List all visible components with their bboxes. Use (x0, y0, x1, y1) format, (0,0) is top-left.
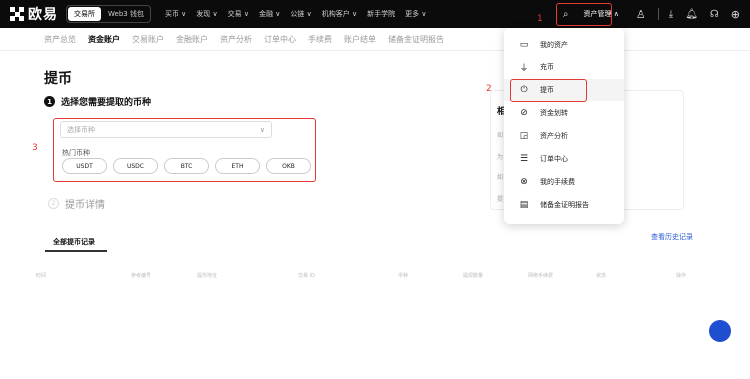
menu-item-label: 资产分析 (540, 132, 568, 140)
nav-more[interactable]: 更多 ∨ (405, 9, 426, 19)
deposit-icon: ⏚ (519, 63, 529, 74)
subnav-proof-of-reserves[interactable]: 储备金证明报告 (388, 34, 444, 45)
menu-item-label: 我的资产 (540, 41, 568, 49)
wallet-icon: ▭ (519, 40, 529, 50)
step-2-label: 提币详情 (65, 200, 105, 211)
column-header: 操作 (676, 273, 687, 279)
subnav-funding-account[interactable]: 资金账户 (88, 34, 120, 45)
bell-icon[interactable]: 🔔︎ (685, 9, 698, 20)
column-header: 参考编号 (131, 273, 152, 279)
subnav-finance-account[interactable]: 金融账户 (176, 34, 208, 45)
column-header: 交易 ID (298, 273, 315, 279)
web3-wallet-tab[interactable]: Web3 钱包 (102, 6, 150, 22)
report-icon: ▤ (519, 200, 529, 210)
nav-buy-crypto[interactable]: 买币 ∨ (165, 9, 186, 19)
menu-item-order-center[interactable]: ☰ 订单中心 (504, 148, 624, 170)
view-history-link[interactable]: 查看历史记录 (651, 232, 693, 242)
menu-item-label: 充币 (540, 63, 554, 71)
column-header: 币种 (398, 273, 409, 279)
nav-chain[interactable]: 公链 ∨ (290, 9, 311, 19)
subnav-statements[interactable]: 账户结单 (344, 34, 376, 45)
annotation-number-1: 1 (537, 14, 543, 24)
exchange-tab[interactable]: 交易所 (68, 7, 101, 21)
all-withdrawal-records-tab[interactable]: 全部提币记录 (53, 237, 95, 247)
account-subnav: 资产总览 资金账户 交易账户 金融账户 资产分析 订单中心 手续费 账户结单 储… (0, 28, 750, 51)
nav-discover[interactable]: 发现 ∨ (196, 9, 217, 19)
main-nav: 买币 ∨ 发现 ∨ 交易 ∨ 金融 ∨ 公链 ∨ 机构客户 ∨ 新手学院 更多 … (165, 9, 437, 19)
okx-logo[interactable]: 欧易 (10, 4, 58, 24)
annotation-box-2 (510, 79, 587, 102)
annotation-box-1 (556, 3, 612, 26)
step-1-number: 1 (44, 96, 55, 107)
menu-item-deposit[interactable]: ⏚ 充币 (504, 56, 624, 78)
column-header: 时间 (36, 273, 47, 279)
column-header: 提币地址 (197, 273, 218, 279)
annotation-number-2: 2 (486, 84, 492, 94)
okx-logo-icon (10, 7, 24, 21)
menu-item-my-assets[interactable]: ▭ 我的资产 (504, 34, 624, 56)
subnav-trading-account[interactable]: 交易账户 (132, 34, 164, 45)
menu-item-label: 我的手续费 (540, 178, 575, 186)
records-table-header: 时间 参考编号 提币地址 交易 ID 币种 提现数量 网络手续费 状态 操作 (0, 272, 750, 282)
menu-item-label: 资金划转 (540, 109, 568, 117)
subnav-asset-overview[interactable]: 资产总览 (44, 34, 76, 45)
nav-trade[interactable]: 交易 ∨ (228, 9, 249, 19)
nav-finance[interactable]: 金融 ∨ (259, 9, 280, 19)
faq-item[interactable]: 为 (497, 152, 503, 161)
page-title: 提币 (44, 71, 72, 87)
annotation-box-3 (53, 118, 316, 182)
header-divider (657, 8, 659, 20)
globe-icon[interactable]: ⊕ (731, 8, 740, 21)
download-icon[interactable]: ⤓ (669, 9, 673, 20)
faq-item[interactable]: 如 (497, 172, 503, 181)
step-2-heading: 2 提币详情 (48, 196, 105, 211)
user-icon[interactable]: ♙ (636, 8, 646, 21)
nav-institutional[interactable]: 机构客户 ∨ (322, 9, 357, 19)
menu-item-transfer[interactable]: ⊘ 资金划转 (504, 102, 624, 124)
faq-item[interactable]: 提 (497, 194, 503, 203)
menu-item-asset-analysis[interactable]: ◲ 资产分析 (504, 125, 624, 147)
step-1-heading: 1 选择您需要提取的币种 (44, 95, 151, 108)
support-chat-button[interactable] (709, 320, 731, 342)
column-header: 状态 (596, 273, 607, 279)
subnav-order-center[interactable]: 订单中心 (264, 34, 296, 45)
column-header: 网络手续费 (528, 273, 554, 279)
logo-text: 欧易 (28, 7, 58, 23)
menu-item-proof-of-reserves[interactable]: ▤ 储备金证明报告 (504, 194, 624, 216)
analysis-icon: ◲ (519, 131, 529, 141)
menu-item-label: 订单中心 (540, 155, 568, 163)
faq-item[interactable]: 如 (497, 130, 503, 139)
step-2-number: 2 (48, 198, 59, 209)
menu-item-label: 储备金证明报告 (540, 201, 589, 209)
order-icon: ☰ (519, 154, 529, 164)
transfer-icon: ⊘ (520, 108, 528, 118)
subnav-asset-analysis[interactable]: 资产分析 (220, 34, 252, 45)
column-header: 提现数量 (463, 273, 484, 279)
fee-icon: ⊗ (520, 177, 528, 187)
top-navigation-bar: 欧易 交易所 Web3 钱包 买币 ∨ 发现 ∨ 交易 ∨ 金融 ∨ 公链 ∨ … (0, 0, 750, 28)
annotation-number-3: 3 (32, 143, 38, 153)
menu-item-my-fees[interactable]: ⊗ 我的手续费 (504, 171, 624, 193)
step-1-label: 选择您需要提取的币种 (61, 98, 152, 108)
subnav-fees[interactable]: 手续费 (308, 34, 332, 45)
nav-academy[interactable]: 新手学院 (367, 9, 395, 19)
asset-management-dropdown: ▭ 我的资产 ⏚ 充币 ⏻ 提币 ⊘ 资金划转 ◲ 资产分析 ☰ 订单中心 ⊗ … (504, 28, 624, 224)
headset-icon[interactable]: ☊ (710, 9, 719, 20)
active-tab-underline (45, 250, 107, 252)
mode-switch: 交易所 Web3 钱包 (66, 5, 151, 23)
